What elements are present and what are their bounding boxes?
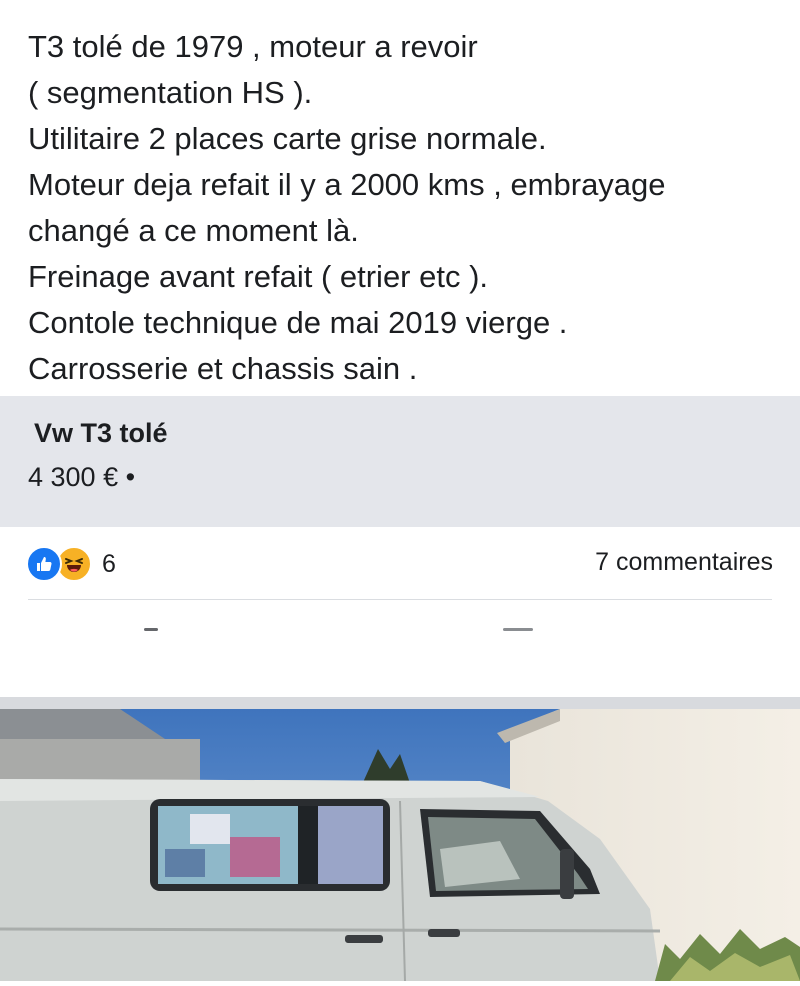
post-text-line: Moteur deja refait il y a 2000 kms , emb… [28,167,666,202]
action-icon-fragment [144,628,158,631]
listing-title: Vw T3 tolé [34,418,168,448]
post-text: T3 tolé de 1979 , moteur a revoir ( segm… [28,24,788,392]
comments-link[interactable]: 7 commentaires [595,548,773,577]
action-bar [0,600,800,660]
reactions-summary[interactable]: 6 [26,544,116,584]
listing-card[interactable]: Vw T3 tolé 4 300 € • [0,396,800,527]
post-text-line: Utilitaire 2 places carte grise normale. [28,121,547,156]
post-text-line: ( segmentation HS ). [28,75,313,110]
reaction-count: 6 [102,549,116,578]
van-photo[interactable] [0,709,800,982]
post-text-line: T3 tolé de 1979 , moteur a revoir [28,29,478,64]
like-icon [26,546,62,582]
post-text-line: changé a ce moment là. [28,213,359,248]
post-text-line: Freinage avant refait ( etrier etc ). [28,259,489,294]
post-text-line: Contole technique de mai 2019 vierge . [28,305,568,340]
feed-separator [0,697,800,709]
van-photo-image [0,709,800,982]
listing-price: 4 300 € • [28,462,136,492]
action-icon-fragment [503,628,533,631]
post-text-line: Carrosserie et chassis sain . [28,351,418,386]
